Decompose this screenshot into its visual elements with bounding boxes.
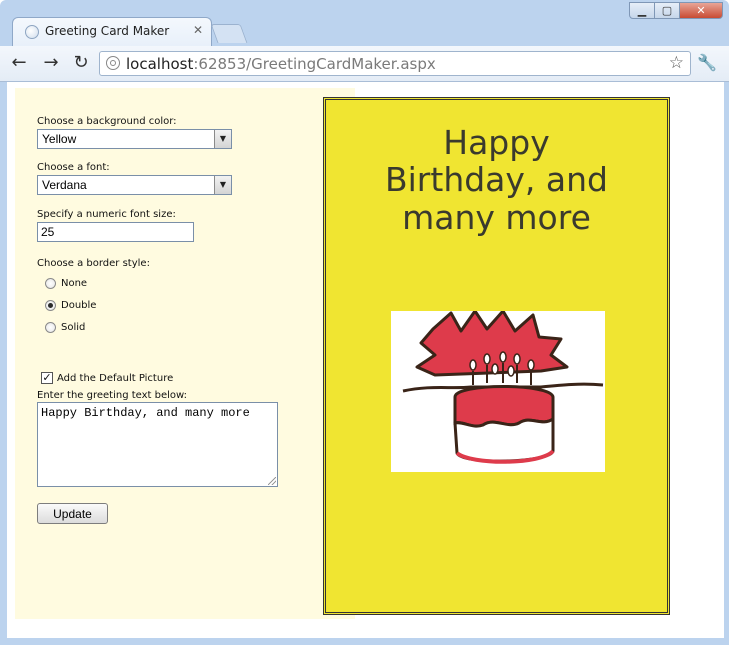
maximize-icon[interactable]: ▢	[654, 2, 680, 19]
birthday-cake-image	[391, 311, 605, 472]
greeting-text: Happy Birthday, and many more	[41, 406, 250, 420]
new-tab-button[interactable]	[210, 24, 248, 43]
font-select[interactable]: Verdana ▼	[37, 175, 232, 195]
page-icon	[106, 56, 120, 70]
bookmark-star-icon[interactable]: ☆	[669, 53, 684, 73]
update-button[interactable]: Update	[37, 503, 108, 524]
radio-label: Solid	[61, 321, 86, 333]
default-picture-row[interactable]: ✓ Add the Default Picture	[41, 372, 173, 384]
browser-toolbar: ← → ↻ localhost:62853/GreetingCardMaker.…	[0, 46, 729, 82]
page-favicon-icon	[25, 25, 39, 39]
close-window-icon[interactable]: ✕	[679, 2, 723, 19]
title-bar: Greeting Card Maker ✕ ▁ ▢ ✕	[0, 0, 729, 46]
bg-color-value: Yellow	[42, 132, 77, 146]
wrench-menu-icon[interactable]: 🔧	[697, 53, 717, 72]
radio-double[interactable]: Double	[45, 297, 96, 313]
default-picture-checkbox[interactable]: ✓	[41, 372, 53, 384]
greeting-card: Happy Birthday, and many more	[323, 97, 670, 615]
radio-label: Double	[61, 299, 97, 311]
radio-solid[interactable]: Solid	[45, 319, 85, 335]
options-panel: Choose a background color: Yellow ▼ Choo…	[15, 88, 355, 619]
tab-title: Greeting Card Maker	[45, 24, 170, 38]
chevron-down-icon[interactable]: ▼	[214, 130, 231, 148]
reload-icon[interactable]: ↻	[70, 52, 92, 74]
font-size-label: Specify a numeric font size:	[37, 209, 176, 220]
radio-button[interactable]	[45, 321, 56, 333]
cake-body-icon	[453, 416, 555, 463]
greeting-label: Enter the greeting text below:	[37, 390, 188, 401]
bg-color-label: Choose a background color:	[37, 116, 177, 127]
address-bar[interactable]: localhost:62853/GreetingCardMaker.aspx ☆	[99, 51, 691, 76]
font-value: Verdana	[42, 178, 87, 192]
border-label: Choose a border style:	[37, 258, 150, 269]
default-picture-label: Add the Default Picture	[57, 372, 174, 384]
back-arrow-icon[interactable]: ←	[8, 52, 30, 74]
resize-grip-icon[interactable]	[268, 477, 276, 485]
flame-icon	[415, 311, 569, 377]
bg-color-select[interactable]: Yellow ▼	[37, 129, 232, 149]
minimize-icon[interactable]: ▁	[629, 2, 655, 19]
font-label: Choose a font:	[37, 162, 110, 173]
radio-button[interactable]	[45, 277, 56, 289]
browser-tab[interactable]: Greeting Card Maker ✕	[12, 17, 212, 46]
page-viewport: Choose a background color: Yellow ▼ Choo…	[7, 82, 724, 638]
radio-label: None	[61, 277, 88, 289]
browser-window: Greeting Card Maker ✕ ▁ ▢ ✕ ← → ↻ localh…	[0, 0, 729, 645]
radio-none[interactable]: None	[45, 275, 87, 291]
font-size-input[interactable]: 25	[37, 222, 194, 242]
card-greeting: Happy Birthday, and many more	[385, 123, 608, 237]
cake-drawing	[402, 311, 604, 464]
radio-button-selected[interactable]	[45, 299, 56, 311]
url-text: localhost:62853/GreetingCardMaker.aspx	[126, 55, 436, 73]
forward-arrow-icon[interactable]: →	[40, 52, 62, 74]
greeting-textarea[interactable]: Happy Birthday, and many more	[37, 402, 278, 487]
window-controls: ▁ ▢ ✕	[629, 2, 723, 20]
chevron-down-icon[interactable]: ▼	[214, 176, 231, 194]
close-tab-icon[interactable]: ✕	[193, 23, 203, 37]
